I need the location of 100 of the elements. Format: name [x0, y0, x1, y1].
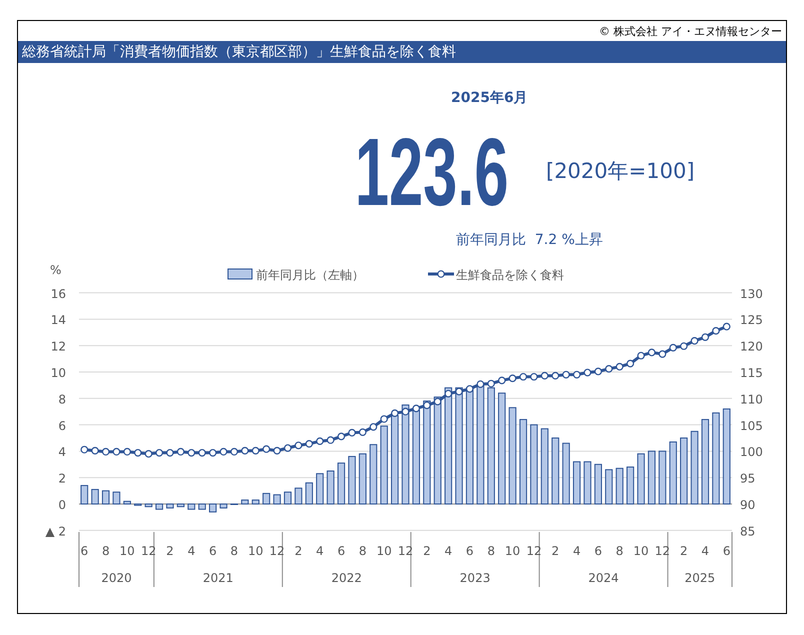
axis-label: 12: [50, 340, 66, 354]
data-point: [316, 437, 324, 445]
data-point: [712, 327, 720, 335]
data-point: [370, 423, 378, 431]
data-point: [123, 448, 131, 456]
year-label: 2022: [331, 571, 362, 585]
bar: [144, 504, 152, 508]
bar: [648, 450, 656, 504]
data-point: [572, 370, 581, 378]
data-point: [144, 450, 152, 458]
data-point: [605, 365, 613, 373]
data-point: [188, 448, 196, 457]
month-label: 10: [504, 544, 520, 558]
data-point: [80, 446, 88, 454]
data-point: [508, 374, 516, 382]
data-point: [594, 368, 602, 376]
data-point: [584, 368, 592, 376]
bar: [273, 494, 281, 504]
bar: [616, 468, 624, 504]
month-label: 4: [572, 544, 581, 558]
data-point: [562, 370, 570, 378]
bar: [552, 438, 560, 504]
unit-label: %: [50, 263, 62, 277]
bar: [605, 469, 613, 504]
bar: [241, 500, 249, 504]
data-point: [626, 360, 634, 368]
data-point: [348, 428, 356, 437]
axis-label: 90: [740, 498, 756, 512]
bar: [252, 500, 260, 504]
month-label: 4: [444, 544, 452, 558]
data-point: [519, 372, 528, 381]
bar: [637, 453, 645, 504]
bar: [680, 438, 688, 504]
month-label: 6: [722, 544, 730, 558]
data-point: [540, 372, 548, 380]
index-value: 123.6: [354, 119, 509, 226]
data-point: [402, 408, 410, 416]
bar: [112, 492, 120, 504]
copyright-text: © 株式会社 アイ・エヌ情報センター: [599, 24, 782, 38]
data-point: [455, 388, 463, 396]
data-point: [658, 350, 666, 358]
axis-label: 10: [50, 366, 66, 380]
bar: [584, 461, 592, 504]
bar: [562, 442, 570, 504]
bar: [337, 462, 346, 504]
legend-label: 前年同月比（左軸）: [256, 268, 364, 282]
month-label: 6: [466, 544, 474, 558]
data-point: [273, 446, 281, 454]
data-point: [134, 448, 142, 457]
bar: [669, 441, 677, 504]
bar: [316, 473, 324, 504]
year-over-year-text: 前年同月比 7.2 %上昇: [456, 231, 603, 249]
title-bar: 総務省統計局「消費者物価指数（東京都区部）」生鮮食品を除く食料: [18, 41, 786, 63]
data-point: [284, 444, 292, 452]
axis-label: ▲ 2: [45, 524, 66, 538]
axis-label: 16: [50, 286, 66, 301]
year-label: 2020: [101, 571, 132, 585]
legend-line-icon: [428, 270, 454, 278]
data-point: [637, 352, 645, 360]
axis-label: 105: [740, 418, 763, 433]
bar: [658, 450, 666, 504]
axis-label: 130: [740, 286, 763, 301]
data-point: [198, 448, 206, 457]
bar: [134, 504, 142, 506]
data-point: [305, 440, 313, 448]
data-point: [680, 342, 688, 350]
data-point: [358, 428, 366, 436]
bar: [176, 504, 184, 508]
bar: [594, 464, 602, 504]
bar: [284, 492, 292, 504]
month-label: 8: [616, 544, 624, 558]
data-point: [487, 380, 495, 388]
month-label: 2: [552, 544, 560, 558]
data-point: [155, 448, 164, 457]
axis-label: 4: [58, 445, 66, 460]
data-point: [326, 436, 334, 444]
bar: [166, 504, 174, 508]
axis-label: 85: [740, 524, 756, 538]
legend-swatch: [228, 268, 252, 280]
bar: [220, 504, 228, 508]
data-point: [391, 409, 399, 417]
axis-label: 125: [740, 313, 763, 328]
data-point: [220, 448, 228, 456]
month-label: 2: [294, 544, 302, 558]
data-point: [423, 401, 431, 410]
axis-label: 110: [740, 392, 763, 406]
data-point: [466, 385, 474, 393]
data-point: [616, 362, 624, 371]
month-label: 10: [120, 544, 135, 558]
bar: [358, 453, 366, 504]
year-label: 2023: [460, 571, 490, 585]
data-point: [230, 448, 238, 456]
bar: [123, 500, 131, 504]
data-point: [669, 344, 677, 352]
bar: [572, 461, 581, 504]
data-point: [380, 415, 388, 423]
data-point: [648, 348, 656, 356]
data-point: [690, 337, 698, 345]
data-point: [166, 448, 174, 457]
bar: [305, 482, 313, 504]
